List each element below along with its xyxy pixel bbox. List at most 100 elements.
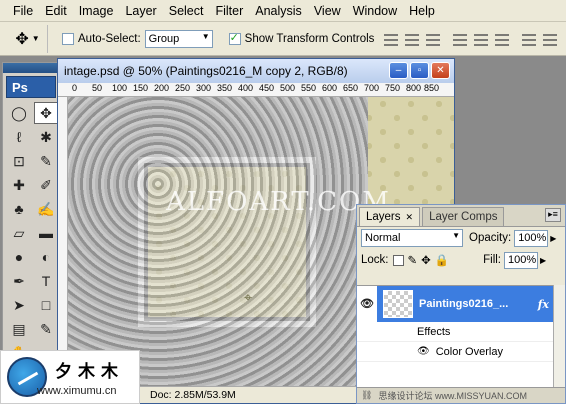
move-tool-preset-icon[interactable]: ✥ ▼ [8,24,48,53]
align-left-icon[interactable] [453,31,468,46]
effect-item-row[interactable]: 👁 Color Overlay [357,342,555,362]
lock-transparency-icon[interactable] [392,254,404,266]
eyedropper-icon[interactable]: ✎ [34,150,58,172]
transform-center-icon[interactable]: ⌖ [244,289,252,306]
fill-label: Fill: [483,254,501,266]
align-right-icon[interactable] [495,31,510,46]
ruler-tick: 150 [133,83,149,93]
fx-icon[interactable]: fx [538,298,549,311]
menu-image[interactable]: Image [74,4,119,18]
auto-select-checkbox[interactable] [62,32,74,45]
magic-wand-icon[interactable]: ✱ [34,126,58,148]
menu-view[interactable]: View [309,4,346,18]
close-icon[interactable]: ✕ [406,212,414,223]
show-transform-checkbox[interactable] [228,31,241,45]
options-bar: ✥▼ Auto-Select: Group ▼ Show Transform Co… [0,22,566,56]
clone-stamp-icon[interactable]: ♣ [7,198,31,220]
brush-tool-icon[interactable]: ✐ [34,174,58,196]
menu-filter[interactable]: Filter [210,4,248,18]
show-transform-label: Show Transform Controls [244,32,375,45]
distribute-top-icon[interactable] [522,31,537,46]
history-brush-icon[interactable]: ✍ [34,198,58,220]
tools-grid: ◯ ✥ ℓ ✱ ⊡ ✎ ✚ ✐ ♣ ✍ ▱ ▬ ● ◐ ✒ T ➤ □ ▤ ✎ … [3,102,59,364]
ruler-tick: 50 [92,83,103,93]
ruler-tick: 200 [154,83,170,93]
fill-field[interactable]: 100% [504,251,538,269]
align-top-icon[interactable] [384,31,399,46]
opacity-field[interactable]: 100% [514,229,549,247]
effects-label: Effects [417,325,451,338]
tab-layers[interactable]: Layers ✕ [359,207,421,226]
align-buttons [384,31,558,46]
lock-label: Lock: [361,254,389,266]
blend-mode-dropdown[interactable]: Normal ▼ [361,229,463,247]
move-tool-icon[interactable]: ✥ [34,102,58,124]
ruler-tick: 650 [343,83,359,93]
window-buttons: – ▫ ✕ [389,62,450,79]
doc-size[interactable]: Doc: 2.85M/53.9M [150,389,236,401]
menu-file[interactable]: File [8,4,38,18]
gradient-tool-icon[interactable]: ▬ [34,222,58,244]
lock-row: Lock: ✎ ✥ 🔒 Fill: 100% ▶ [357,249,565,271]
chevron-down-icon: ▼ [452,231,460,240]
effects-row[interactable]: Effects [357,322,555,342]
auto-select-dropdown[interactable]: Group ▼ [144,29,213,48]
ruler-tick: 700 [364,83,380,93]
eraser-tool-icon[interactable]: ▱ [7,222,31,244]
blend-row: Normal ▼ Opacity: 100% ▶ [357,227,565,249]
auto-select-label: Auto-Select: [78,32,141,45]
menu-analysis[interactable]: Analysis [250,4,307,18]
lock-pixels-icon[interactable]: ✎ [408,253,418,267]
menu-bar: File Edit Image Layer Select Filter Anal… [0,0,566,22]
ruler-tick: 750 [385,83,401,93]
menu-layer[interactable]: Layer [120,4,161,18]
ruler-tick: 600 [322,83,338,93]
link-icon[interactable]: ⛓ [361,390,372,401]
blend-mode-value: Normal [365,232,401,244]
notes-tool-icon[interactable]: ▤ [7,318,31,340]
effect-item-label: Color Overlay [435,345,503,358]
crop-tool-icon[interactable]: ⊡ [7,150,31,172]
menu-help[interactable]: Help [404,4,440,18]
layers-bottom-bar: ⛓ 思缘设计论坛 www.MISSYUAN.COM [357,387,565,403]
layer-thumbnail [383,290,413,318]
opacity-label: Opacity: [469,232,512,244]
align-vcenter-icon[interactable] [405,31,420,46]
layers-panel: Layers ✕ Layer Comps ▸≡ Normal ▼ Opacity: … [356,204,566,404]
panel-menu-icon[interactable]: ▸≡ [545,208,561,222]
pen-tool-icon[interactable]: ✒ [7,270,31,292]
menu-edit[interactable]: Edit [40,4,72,18]
layer-name[interactable]: Paintings0216_... [419,298,508,310]
fill-slider-icon[interactable]: ▶ [540,256,546,265]
shape-tool-icon[interactable]: □ [34,294,58,316]
eye-icon[interactable]: 👁 [417,346,430,357]
align-bottom-icon[interactable] [426,31,441,46]
dodge-tool-icon[interactable]: ◐ [34,246,58,268]
ps-badge[interactable]: Ps [6,76,56,98]
document-titlebar[interactable]: intage.psd @ 50% (Paintings0216_M copy 2… [58,59,454,83]
close-icon[interactable]: ✕ [431,62,450,79]
layers-scrollbar[interactable] [553,285,565,389]
path-select-icon[interactable]: ➤ [7,294,31,316]
lock-all-icon[interactable]: 🔒 [435,253,449,267]
lasso-tool-icon[interactable]: ◯ [7,102,31,124]
eyedropper-2-icon[interactable]: ✎ [34,318,58,340]
maximize-icon[interactable]: ▫ [410,62,429,79]
tab-layer-comps[interactable]: Layer Comps [422,207,505,226]
minimize-icon[interactable]: – [389,62,408,79]
layer-row-selected[interactable]: 👁 Paintings0216_... fx [357,286,555,322]
opacity-slider-icon[interactable]: ▶ [550,234,556,243]
blur-tool-icon[interactable]: ● [7,246,31,268]
eye-icon[interactable]: 👁 [357,286,377,322]
align-hcenter-icon[interactable] [474,31,489,46]
toolbox-titlebar[interactable] [3,63,59,73]
healing-brush-icon[interactable]: ✚ [7,174,31,196]
lasso-freehand-icon[interactable]: ℓ [7,126,31,148]
logo-cn-text: 夕木木 [55,362,124,382]
menu-window[interactable]: Window [348,4,402,18]
lock-position-icon[interactable]: ✥ [421,253,431,267]
document-title: intage.psd @ 50% (Paintings0216_M copy 2… [64,64,348,78]
distribute-vcenter-icon[interactable] [543,31,558,46]
type-tool-icon[interactable]: T [34,270,58,292]
menu-select[interactable]: Select [164,4,209,18]
